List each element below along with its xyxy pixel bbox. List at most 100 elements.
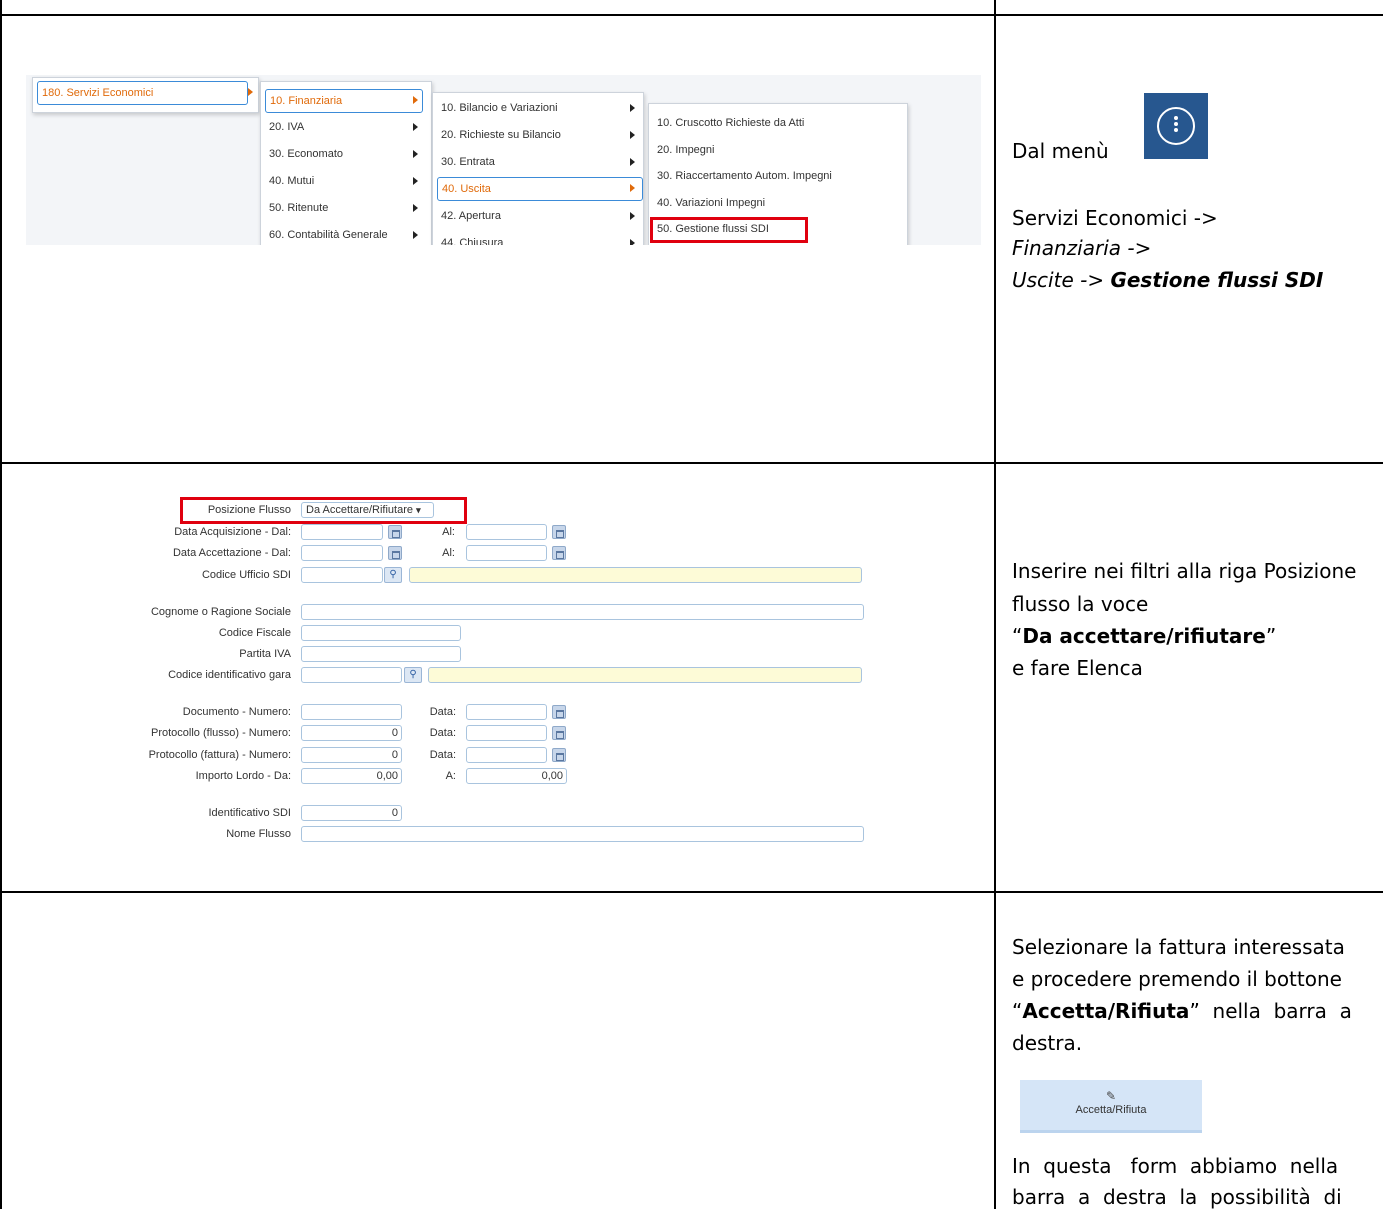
data-label: Data: (429, 727, 456, 739)
table-row-divider (0, 462, 1383, 464)
instruction-select-3: “Accetta/Rifiuta” nella barra a (1012, 996, 1352, 1026)
menu-item-label: 40. Variazioni Impegni (657, 197, 766, 209)
instruction-select-4: destra. (1012, 1031, 1083, 1055)
submenu-arrow-icon (630, 131, 635, 139)
submenu-arrow-icon (630, 158, 635, 166)
menu-item-uscita[interactable]: 40. Uscita (437, 177, 643, 201)
data-accettazione-al-input[interactable] (466, 545, 547, 561)
menu-item-riaccertamento[interactable]: 30. Riaccertamento Autom. Impegni (657, 165, 832, 187)
table-border-top (0, 14, 1383, 16)
data-accettazione-dal-input[interactable] (301, 545, 383, 561)
instruction-filter-1: Inserire nei filtri alla riga Posizione (1012, 559, 1357, 583)
instruction-italic: Uscite -> (1012, 268, 1111, 292)
calendar-icon[interactable] (388, 525, 402, 539)
calendar-icon[interactable] (552, 705, 566, 719)
kebab-dot (1174, 122, 1178, 126)
documento-data-input[interactable] (466, 704, 547, 720)
submenu-arrow-icon (413, 96, 418, 104)
menu-item-iva[interactable]: 20. IVA (269, 116, 304, 138)
documento-label: Documento - Numero: (182, 706, 291, 718)
menu-item-entrata[interactable]: 30. Entrata (441, 151, 495, 173)
menu-item-label: 50. Ritenute (269, 202, 329, 214)
menu-item-cruscotto[interactable]: 10. Cruscotto Richieste da Atti (657, 112, 804, 134)
documento-numero-input[interactable] (301, 704, 402, 720)
accetta-rifiuta-label: Accetta/Rifiuta (1075, 1104, 1147, 1116)
search-icon[interactable]: ⚲ (384, 567, 402, 583)
menu-item-ritenute[interactable]: 50. Ritenute (269, 197, 328, 219)
instruction-select-1: Selezionare la fattura interessata (1012, 935, 1345, 959)
menu-item-label: 20. IVA (269, 121, 305, 133)
codice-ufficio-label: Codice Ufficio SDI (201, 569, 291, 581)
quote-open: “ (1012, 999, 1023, 1023)
menu-screenshot: 180. Servizi Economici 10. Finanziaria 2… (26, 75, 981, 245)
menu-panel-level2: 10. Finanziaria 20. IVA 30. Economato 40… (260, 81, 432, 245)
protocollo-flusso-input[interactable]: 0 (301, 725, 402, 741)
identificativo-sdi-input[interactable]: 0 (301, 805, 402, 821)
submenu-arrow-icon (248, 88, 253, 96)
submenu-arrow-icon (413, 123, 418, 131)
cognome-label: Cognome o Ragione Sociale (150, 606, 291, 618)
menu-item-label: 180. Servizi Economici (42, 87, 154, 99)
calendar-icon[interactable] (388, 546, 402, 560)
menu-item-mutui[interactable]: 40. Mutui (269, 170, 314, 192)
instruction-menu-path-2: Finanziaria -> (1012, 233, 1151, 263)
menu-item-richieste-bilancio[interactable]: 20. Richieste su Bilancio (441, 124, 561, 146)
menu-panel-level1: 180. Servizi Economici (32, 77, 259, 113)
instruction-menu-path-3: Uscite -> Gestione flussi SDI (1012, 265, 1323, 295)
menu-item-label: 40. Mutui (269, 175, 315, 187)
partita-iva-input[interactable] (301, 646, 461, 662)
calendar-icon[interactable] (552, 748, 566, 762)
protocollo-fattura-label: Protocollo (fattura) - Numero: (148, 749, 291, 761)
menu-item-label: 20. Richieste su Bilancio (441, 129, 561, 141)
protocollo-fattura-data-input[interactable] (466, 747, 547, 763)
importo-a-input[interactable]: 0,00 (466, 768, 567, 784)
menu-item-label: 30. Entrata (441, 156, 495, 168)
protocollo-fattura-input[interactable]: 0 (301, 747, 402, 763)
data-acquisizione-dal-input[interactable] (301, 524, 383, 540)
menu-item-contabilita-generale[interactable]: 60. Contabilità Generale (269, 224, 388, 245)
importo-da-input[interactable]: 0,00 (301, 768, 402, 784)
submenu-arrow-icon (413, 150, 418, 158)
menu-item-apertura[interactable]: 42. Apertura (441, 205, 501, 227)
menu-item-servizi-economici[interactable]: 180. Servizi Economici (37, 81, 248, 105)
data-label: Data: (429, 706, 456, 718)
protocollo-flusso-label: Protocollo (flusso) - Numero: (151, 727, 291, 739)
quote-open: “ (1012, 624, 1023, 648)
menu-item-label: 60. Contabilità Generale (269, 229, 388, 241)
menu-item-chiusura[interactable]: 44. Chiusura (441, 232, 503, 245)
data-acquisizione-label: Data Acquisizione - Dal: (174, 526, 291, 538)
menu-item-variazioni-impegni[interactable]: 40. Variazioni Impegni (657, 192, 765, 214)
instruction-italic: Finanziaria -> (1012, 236, 1152, 260)
menu-item-label: 40. Uscita (442, 183, 491, 195)
kebab-menu-icon[interactable] (1144, 93, 1208, 159)
submenu-arrow-icon (630, 104, 635, 112)
instruction-select-2: e procedere premendo il bottone (1012, 967, 1342, 991)
menu-item-bilancio-variazioni[interactable]: 10. Bilancio e Variazioni (441, 97, 558, 119)
nome-flusso-input[interactable] (301, 826, 864, 842)
cognome-input[interactable] (301, 604, 864, 620)
menu-item-impegni[interactable]: 20. Impegni (657, 139, 714, 161)
protocollo-flusso-data-input[interactable] (466, 725, 547, 741)
menu-item-economato[interactable]: 30. Economato (269, 143, 343, 165)
search-icon[interactable]: ⚲ (404, 667, 422, 683)
menu-item-label: 30. Economato (269, 148, 343, 160)
data-label: Data: (429, 749, 456, 761)
accetta-rifiuta-button[interactable]: ✎ Accetta/Rifiuta (1020, 1080, 1202, 1133)
data-acquisizione-al-input[interactable] (466, 524, 547, 540)
importo-lordo-label: Importo Lordo - Da: (195, 770, 291, 782)
submenu-arrow-icon (630, 212, 635, 220)
calendar-icon[interactable] (552, 525, 566, 539)
submenu-arrow-icon (413, 231, 418, 239)
calendar-icon[interactable] (552, 726, 566, 740)
menu-item-label: 10. Finanziaria (270, 95, 343, 107)
codice-fiscale-input[interactable] (301, 625, 461, 641)
highlight-box (650, 217, 808, 243)
codice-gara-input[interactable] (301, 667, 402, 683)
calendar-icon[interactable] (552, 546, 566, 560)
codice-ufficio-input[interactable] (301, 567, 383, 583)
nome-flusso-label: Nome Flusso (226, 828, 291, 840)
codice-ufficio-description (409, 567, 862, 583)
codice-gara-label: Codice identificativo gara (168, 669, 291, 681)
menu-item-finanziaria[interactable]: 10. Finanziaria (265, 89, 423, 113)
instruction-bold: Accetta/Rifiuta (1022, 999, 1190, 1023)
